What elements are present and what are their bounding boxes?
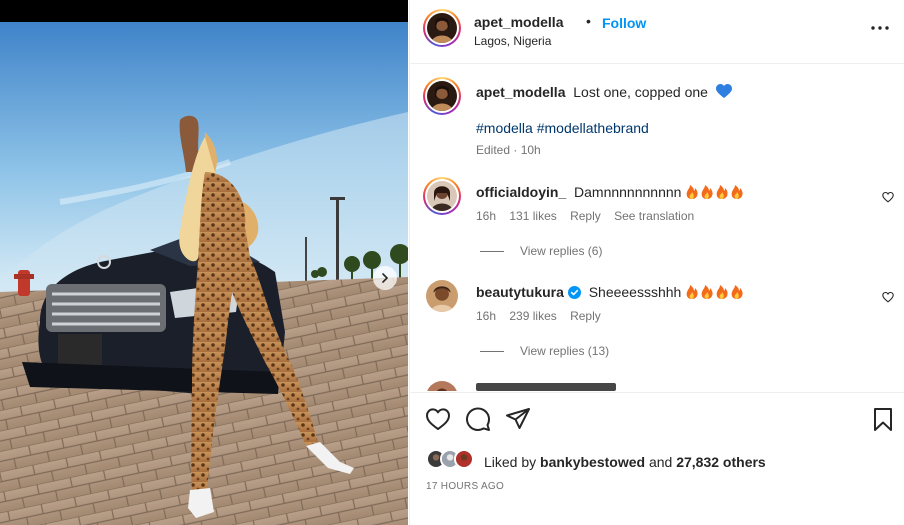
caption: apet_modella Lost one, copped one xyxy=(476,84,732,100)
post-header: apet_modella • Follow Lagos, Nigeria xyxy=(410,0,904,64)
post-timestamp[interactable]: 17 HOURS AGO xyxy=(426,481,504,492)
comment-username[interactable]: officialdoyin_ xyxy=(476,184,566,200)
share-icon[interactable] xyxy=(505,406,531,432)
caption-text: Lost one, copped one xyxy=(573,84,708,100)
follow-button[interactable]: Follow xyxy=(602,15,646,31)
more-options-icon[interactable] xyxy=(868,20,892,36)
comment-likes[interactable]: 239 likes xyxy=(509,309,556,323)
comment-meta: 16h 239 likes Reply xyxy=(476,309,611,323)
heart-outline-icon[interactable] xyxy=(425,406,451,432)
comments-list[interactable]: apet_modella Lost one, copped one #model… xyxy=(410,65,904,391)
comment-likes[interactable]: 131 likes xyxy=(509,209,556,223)
view-replies-button[interactable]: View replies (13) xyxy=(480,344,609,358)
post-location[interactable]: Lagos, Nigeria xyxy=(474,34,551,48)
comment-text: Sheeeessshhh xyxy=(588,284,682,300)
hashtag-link[interactable]: #modella xyxy=(476,120,533,136)
view-replies-label[interactable]: View replies (13) xyxy=(520,344,609,358)
comment-username[interactable]: beautytukura xyxy=(476,284,564,300)
chevron-right-icon xyxy=(382,273,389,283)
comment-like-icon[interactable] xyxy=(882,291,894,303)
comment-meta: 16h 131 likes Reply See translation xyxy=(476,209,704,223)
caption-meta: Edited · 10h xyxy=(476,143,541,157)
view-replies-button[interactable]: View replies (6) xyxy=(480,244,602,258)
liked-by-user[interactable]: bankybestowed xyxy=(540,454,645,470)
separator-dot: • xyxy=(586,13,591,29)
verified-badge-icon xyxy=(567,286,581,299)
post-media[interactable] xyxy=(0,0,408,525)
post-photo[interactable] xyxy=(0,22,408,525)
hashtag-link[interactable]: #modellathebrand xyxy=(537,120,649,136)
comment-like-icon[interactable] xyxy=(882,191,894,203)
liker-avatar xyxy=(454,449,474,469)
comment-icon[interactable] xyxy=(465,406,491,432)
bookmark-icon[interactable] xyxy=(870,406,896,432)
caption-avatar[interactable] xyxy=(423,77,461,115)
comment-time: 16h xyxy=(476,209,497,223)
liked-by-and: and xyxy=(648,454,673,470)
author-username[interactable]: apet_modella xyxy=(474,14,563,30)
comment-body: beautytukura Sheeeessshhh xyxy=(476,283,745,300)
comment-body: officialdoyin_ Damnnnnnnnnnn xyxy=(476,183,745,200)
caption-username[interactable]: apet_modella xyxy=(476,84,565,100)
comment-time: 16h xyxy=(476,309,497,323)
commenter-avatar[interactable] xyxy=(423,177,461,215)
post-side-panel: apet_modella • Follow Lagos, Nigeria ape… xyxy=(409,0,904,525)
fire-emoji-icon xyxy=(686,185,743,199)
blue-heart-icon xyxy=(715,84,732,98)
reply-button[interactable]: Reply xyxy=(570,209,601,223)
comment-text: Damnnnnnnnnnn xyxy=(574,184,682,200)
view-replies-label[interactable]: View replies (6) xyxy=(520,244,602,258)
see-translation-link[interactable]: See translation xyxy=(614,209,694,223)
fire-emoji-icon xyxy=(686,285,743,299)
reply-button[interactable]: Reply xyxy=(570,309,601,323)
post-action-bar: Liked by bankybestowed and 27,832 others… xyxy=(410,392,904,525)
comment-partial-text xyxy=(476,383,616,391)
media-top-bar xyxy=(0,0,408,22)
caption-hashtags: #modella #modellathebrand xyxy=(476,120,649,136)
liked-by-prefix: Liked by xyxy=(484,454,537,470)
liked-by-summary: Liked by bankybestowed and 27,832 others xyxy=(484,454,766,470)
replies-divider xyxy=(480,351,504,353)
likes-count[interactable]: 27,832 others xyxy=(676,454,766,470)
commenter-avatar[interactable] xyxy=(426,280,458,312)
commenter-avatar-partial[interactable] xyxy=(426,381,458,391)
replies-divider xyxy=(480,251,504,253)
next-photo-button[interactable] xyxy=(373,266,397,290)
author-avatar[interactable] xyxy=(423,9,461,47)
